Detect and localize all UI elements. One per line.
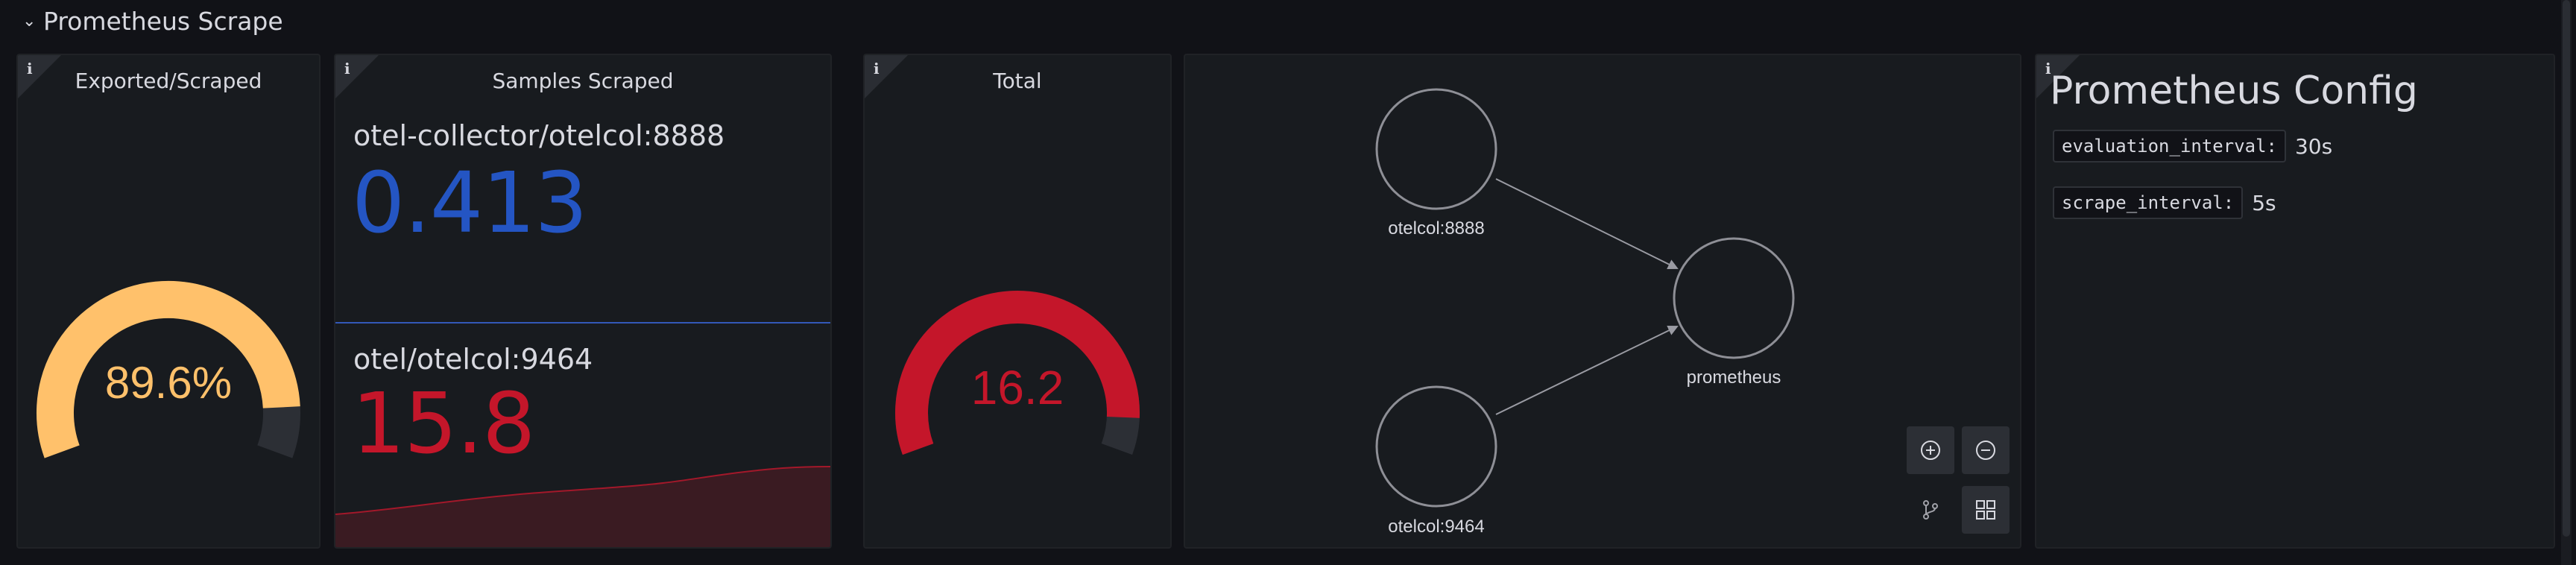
gauge-exported: 89.6%	[37, 280, 300, 458]
divider	[335, 322, 830, 323]
node-label: otelcol:8888	[1388, 218, 1484, 239]
graph-node[interactable]: otelcol:8888	[1375, 88, 1497, 239]
config-title: Prometheus Config	[2050, 69, 2418, 113]
panel-title: Samples Scraped	[492, 69, 674, 93]
sparkline-area	[335, 467, 830, 547]
panel-samples-scraped[interactable]: i Samples Scraped otel-collector/otelcol…	[334, 54, 832, 549]
row-header[interactable]: ⌄ Prometheus Scrape	[22, 3, 283, 39]
zoom-in-icon	[1921, 441, 1940, 460]
panel-node-graph[interactable]: otelcol:8888 otelcol:9464 prometheus	[1184, 54, 2021, 549]
zoom-in-button[interactable]	[1907, 426, 1954, 474]
grid-icon	[1976, 500, 1995, 520]
layout-button[interactable]	[1907, 486, 1954, 534]
config-entry: scrape_interval: 5s	[2053, 186, 2276, 219]
stat-label: otel-collector/otelcol:8888	[353, 119, 725, 152]
zoom-out-icon	[1976, 441, 1995, 460]
chevron-down-icon[interactable]: ⌄	[22, 12, 36, 31]
node-label: prometheus	[1687, 367, 1781, 388]
node-graph[interactable]: otelcol:8888 otelcol:9464 prometheus	[1185, 55, 2020, 547]
gauge-total: 16.2	[895, 291, 1140, 455]
scrollbar[interactable]	[2561, 0, 2572, 565]
gauge-value: 16.2	[971, 361, 1064, 414]
graph-node[interactable]: otelcol:9464	[1375, 385, 1497, 537]
config-key: scrape_interval:	[2053, 186, 2244, 219]
config-key: evaluation_interval:	[2053, 130, 2286, 162]
config-value: 30s	[2294, 133, 2333, 159]
zoom-out-button[interactable]	[1962, 426, 2010, 474]
branch-icon	[1923, 500, 1938, 520]
edge	[1495, 178, 1679, 269]
config-entry: evaluation_interval: 30s	[2053, 130, 2332, 162]
stat-value: 0.413	[352, 155, 588, 252]
panel-prometheus-config[interactable]: i Prometheus Config evaluation_interval:…	[2035, 54, 2555, 549]
edge	[1495, 325, 1679, 415]
stat-label: otel/otelcol:9464	[353, 343, 593, 376]
panel-exported-scraped[interactable]: i Exported/Scraped 89.6%	[16, 54, 321, 549]
grid-view-button[interactable]	[1962, 486, 2010, 534]
row-title: Prometheus Scrape	[43, 6, 283, 36]
graph-node[interactable]: prometheus	[1673, 237, 1795, 388]
scrollbar-thumb[interactable]	[2563, 0, 2570, 537]
config-value: 5s	[2252, 190, 2276, 215]
node-label: otelcol:9464	[1388, 517, 1484, 537]
sparkline	[335, 466, 830, 547]
panel-total[interactable]: i Total 16.2	[863, 54, 1172, 549]
gauge-value: 89.6%	[105, 358, 232, 408]
